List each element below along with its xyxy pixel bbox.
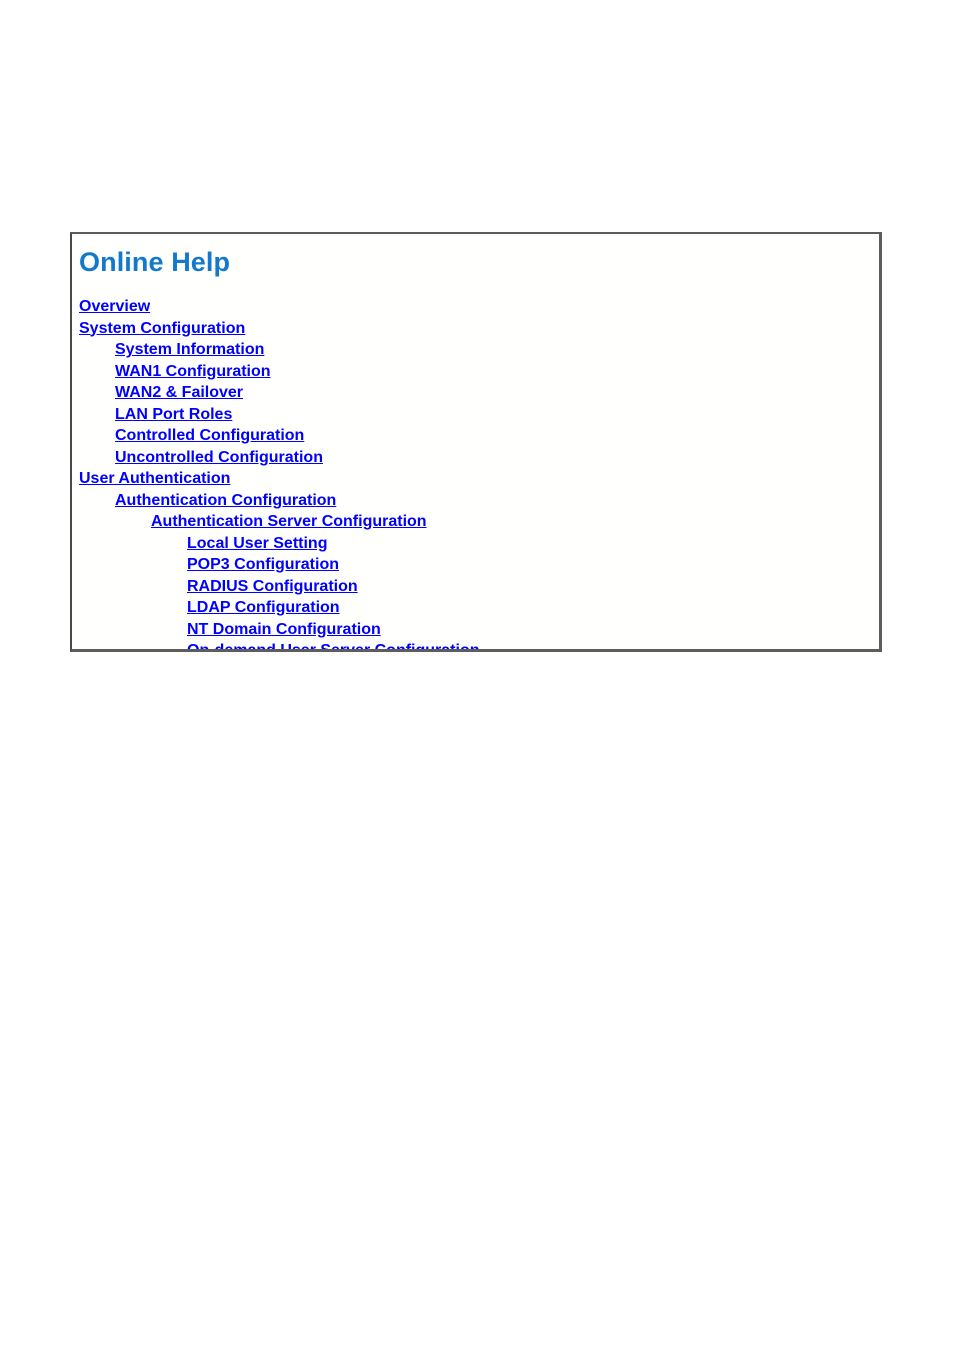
list-item: LDAP Configuration bbox=[72, 597, 480, 619]
list-item: LAN Port Roles bbox=[72, 404, 480, 426]
list-item: Uncontrolled Configuration bbox=[72, 447, 480, 469]
page-title: Online Help bbox=[79, 247, 231, 277]
list-item: WAN1 Configuration bbox=[72, 361, 480, 383]
list-item: Local User Setting bbox=[72, 533, 480, 555]
toc-link[interactable]: On-demand User Server Configuration bbox=[72, 642, 480, 649]
list-item: Overview bbox=[72, 296, 480, 318]
toc-link[interactable]: Authentication Server Configuration bbox=[72, 513, 427, 530]
list-item: Controlled Configuration bbox=[72, 425, 480, 447]
toc-link[interactable]: Controlled Configuration bbox=[72, 427, 304, 444]
list-item: WAN2 & Failover bbox=[72, 382, 480, 404]
toc-link[interactable]: Overview bbox=[72, 298, 150, 315]
list-item: Authentication Server Configuration bbox=[72, 511, 480, 533]
online-help-panel-inner: Online Help Overview System Configuration… bbox=[72, 234, 879, 649]
list-item: POP3 Configuration bbox=[72, 554, 480, 576]
list-item: On-demand User Server Configuration bbox=[72, 640, 480, 649]
list-item: NT Domain Configuration bbox=[72, 619, 480, 641]
toc-link[interactable]: Authentication Configuration bbox=[72, 492, 336, 509]
list-item: User Authentication bbox=[72, 468, 480, 490]
toc-link[interactable]: NT Domain Configuration bbox=[72, 621, 381, 638]
toc-link[interactable]: User Authentication bbox=[72, 470, 230, 487]
online-help-panel: Online Help Overview System Configuration… bbox=[70, 232, 882, 652]
list-item: RADIUS Configuration bbox=[72, 576, 480, 598]
toc-link[interactable]: Local User Setting bbox=[72, 535, 327, 552]
toc-link[interactable]: System Configuration bbox=[72, 320, 245, 337]
toc-link[interactable]: System Information bbox=[72, 341, 264, 358]
toc-link[interactable]: Uncontrolled Configuration bbox=[72, 449, 323, 466]
list-item: System Configuration bbox=[72, 318, 480, 340]
toc-link[interactable]: POP3 Configuration bbox=[72, 556, 339, 573]
table-of-contents: Overview System Configuration System Infor… bbox=[72, 296, 480, 649]
toc-link[interactable]: RADIUS Configuration bbox=[72, 578, 358, 595]
list-item: System Information bbox=[72, 339, 480, 361]
toc-link[interactable]: LAN Port Roles bbox=[72, 406, 232, 423]
toc-link[interactable]: LDAP Configuration bbox=[72, 599, 340, 616]
list-item: Authentication Configuration bbox=[72, 490, 480, 512]
toc-link[interactable]: WAN2 & Failover bbox=[72, 384, 243, 401]
toc-link[interactable]: WAN1 Configuration bbox=[72, 363, 271, 380]
